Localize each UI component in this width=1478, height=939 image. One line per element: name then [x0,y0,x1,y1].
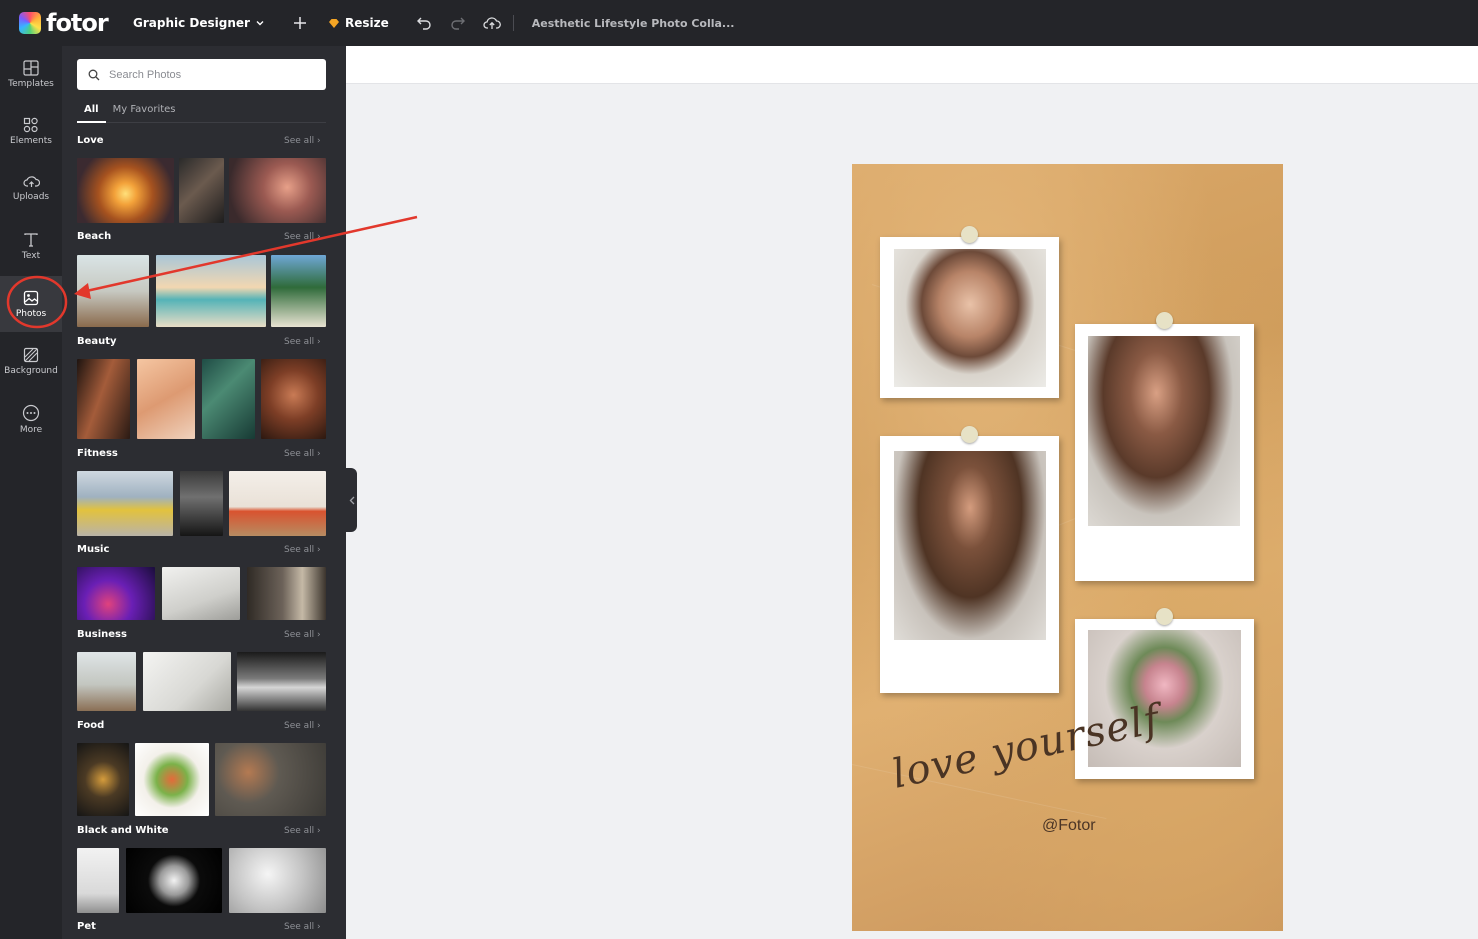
annotation-circle [6,275,68,329]
annotation-overlay [6,215,418,329]
annotation-arrow-line [81,215,418,294]
annotation-arrowhead-icon [74,283,91,299]
